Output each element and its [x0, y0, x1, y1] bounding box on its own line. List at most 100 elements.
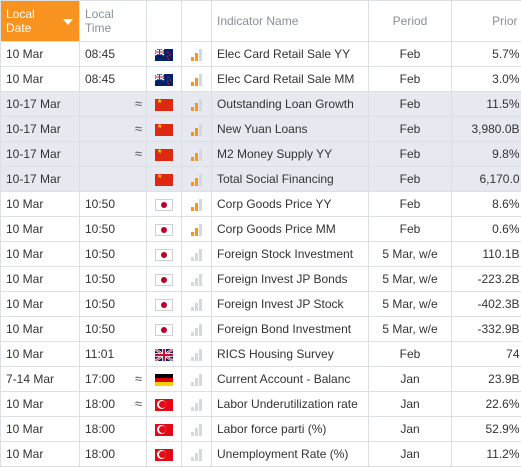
table-row[interactable]: 10 Mar 10:50 Foreign Bond Investment 5 Mar,…	[0, 316, 521, 342]
table-row[interactable]: 10 Mar 11:01 RICS Housing Survey Feb 74	[0, 341, 521, 367]
column-header-local-time[interactable]: Local Time	[79, 0, 147, 42]
importance-cell	[181, 91, 212, 117]
column-header-local-date[interactable]: Local Date	[0, 0, 80, 42]
local-date-cell: 10 Mar	[0, 66, 80, 92]
time-value: 18:00	[85, 422, 116, 436]
column-header-period[interactable]: Period	[368, 0, 452, 42]
indicator-name-cell[interactable]: Foreign Stock Investment	[211, 241, 369, 267]
importance-cell	[181, 266, 212, 292]
country-flag-cell	[146, 341, 182, 367]
period-cell: Feb	[368, 216, 452, 242]
indicator-name-cell[interactable]: RICS Housing Survey	[211, 341, 369, 367]
table-row[interactable]: 10-17 Mar ≈ M2 Money Supply YYFeb9.8%	[0, 141, 521, 167]
indicator-name-cell[interactable]: Outstanding Loan Growth	[211, 91, 369, 117]
approximate-time-icon: ≈	[134, 396, 142, 411]
importance-cell	[181, 116, 212, 142]
table-row[interactable]: 10 Mar 18:00 ≈ Labor Underutilization rate J…	[0, 391, 521, 417]
column-header-prior[interactable]: Prior	[451, 0, 521, 42]
period-cell: Jan	[368, 391, 452, 417]
table-row[interactable]: 10-17 Mar Total Social FinancingFeb6,170.…	[0, 166, 521, 192]
local-date-cell: 10 Mar	[0, 291, 80, 317]
cn-flag-icon	[155, 123, 173, 136]
table-row[interactable]: 10 Mar 08:45 Elec Card Retail Sale YY Feb 5.…	[0, 41, 521, 67]
importance-cell	[181, 191, 212, 217]
indicator-name-cell[interactable]: New Yuan Loans	[211, 116, 369, 142]
local-date-cell: 10 Mar	[0, 266, 80, 292]
indicator-name-cell[interactable]: Foreign Bond Investment	[211, 316, 369, 342]
indicator-name-cell[interactable]: Labor Underutilization rate	[211, 391, 369, 417]
country-flag-cell	[146, 441, 182, 467]
period-cell: Feb	[368, 191, 452, 217]
table-row[interactable]: 10-17 Mar ≈ Outstanding Loan GrowthFeb11.5…	[0, 91, 521, 117]
indicator-name-cell[interactable]: Total Social Financing	[211, 166, 369, 192]
period-cell: 5 Mar, w/e	[368, 291, 452, 317]
local-time-cell: 10:50	[79, 216, 147, 242]
local-time-cell: 11:01	[79, 341, 147, 367]
nz-flag-icon	[155, 73, 173, 86]
uk-flag-icon	[155, 348, 173, 361]
time-value: 10:50	[85, 247, 116, 261]
country-flag-cell	[146, 116, 182, 142]
jp-flag-icon	[155, 323, 173, 336]
indicator-name-cell[interactable]: Foreign Invest JP Stock	[211, 291, 369, 317]
approximate-time-icon: ≈	[134, 96, 142, 111]
local-time-cell	[79, 166, 147, 192]
indicator-name-cell[interactable]: M2 Money Supply YY	[211, 141, 369, 167]
prior-value-cell: -223.2B	[451, 266, 521, 292]
table-row[interactable]: 10 Mar 10:50 Foreign Invest JP Bonds 5 Mar,…	[0, 266, 521, 292]
de-flag-icon	[155, 373, 173, 386]
indicator-name-cell[interactable]: Foreign Invest JP Bonds	[211, 266, 369, 292]
importance-cell	[181, 416, 212, 442]
local-date-cell: 10 Mar	[0, 341, 80, 367]
column-header-importance	[181, 0, 212, 42]
local-time-cell: 08:45	[79, 41, 147, 67]
local-time-cell: 17:00 ≈	[79, 366, 147, 392]
country-flag-cell	[146, 391, 182, 417]
indicator-name-cell[interactable]: Labor force parti (%)	[211, 416, 369, 442]
indicator-name-cell[interactable]: Unemployment Rate (%)	[211, 441, 369, 467]
time-value: 10:50	[85, 322, 116, 336]
local-date-cell: 10 Mar	[0, 316, 80, 342]
table-row[interactable]: 10 Mar 10:50 Foreign Stock Investment 5 Mar…	[0, 241, 521, 267]
approximate-time-icon: ≈	[134, 371, 142, 386]
importance-cell	[181, 391, 212, 417]
sort-descending-icon[interactable]	[63, 19, 73, 25]
importance-cell	[181, 141, 212, 167]
local-time-cell: ≈	[79, 91, 147, 117]
period-cell: 5 Mar, w/e	[368, 266, 452, 292]
local-time-cell: 10:50	[79, 316, 147, 342]
indicator-name-cell[interactable]: Corp Goods Price YY	[211, 191, 369, 217]
time-value: 17:00	[85, 372, 116, 386]
table-row[interactable]: 10 Mar 10:50 Corp Goods Price YY Feb 8.6%	[0, 191, 521, 217]
time-value: 08:45	[85, 47, 116, 61]
indicator-name-cell[interactable]: Corp Goods Price MM	[211, 216, 369, 242]
indicator-name-cell[interactable]: Elec Card Retail Sale MM	[211, 66, 369, 92]
time-value: 08:45	[85, 72, 116, 86]
importance-cell	[181, 441, 212, 467]
indicator-name-cell[interactable]: Elec Card Retail Sale YY	[211, 41, 369, 67]
period-cell: Feb	[368, 141, 452, 167]
indicator-name-cell[interactable]: Current Account - Balanc	[211, 366, 369, 392]
local-date-label: Local Date	[6, 7, 35, 35]
local-time-label: Local Time	[85, 7, 114, 35]
table-row[interactable]: 10 Mar 18:00 Unemployment Rate (%) Jan 11.2%	[0, 441, 521, 467]
table-row[interactable]: 10-17 Mar ≈ New Yuan LoansFeb3,980.0B	[0, 116, 521, 142]
prior-value-cell: 3.0%	[451, 66, 521, 92]
country-flag-cell	[146, 191, 182, 217]
table-row[interactable]: 10 Mar 18:00 Labor force parti (%) Jan 52.9%	[0, 416, 521, 442]
country-flag-cell	[146, 216, 182, 242]
table-row[interactable]: 7-14 Mar 17:00 ≈ Current Account - Balanc Ja…	[0, 366, 521, 392]
importance-bars-icon	[190, 198, 203, 211]
prior-value-cell: 22.6%	[451, 391, 521, 417]
local-date-cell: 10 Mar	[0, 441, 80, 467]
table-row[interactable]: 10 Mar 08:45 Elec Card Retail Sale MM Feb 3.…	[0, 66, 521, 92]
tr-flag-icon	[155, 448, 173, 461]
table-row[interactable]: 10 Mar 10:50 Foreign Invest JP Stock 5 Mar,…	[0, 291, 521, 317]
column-header-indicator-name[interactable]: Indicator Name	[211, 0, 369, 42]
local-time-cell: 10:50	[79, 191, 147, 217]
importance-cell	[181, 166, 212, 192]
prior-value-cell: 23.9B	[451, 366, 521, 392]
local-date-cell: 10 Mar	[0, 216, 80, 242]
table-row[interactable]: 10 Mar 10:50 Corp Goods Price MM Feb 0.6%	[0, 216, 521, 242]
approximate-time-icon: ≈	[134, 146, 142, 161]
